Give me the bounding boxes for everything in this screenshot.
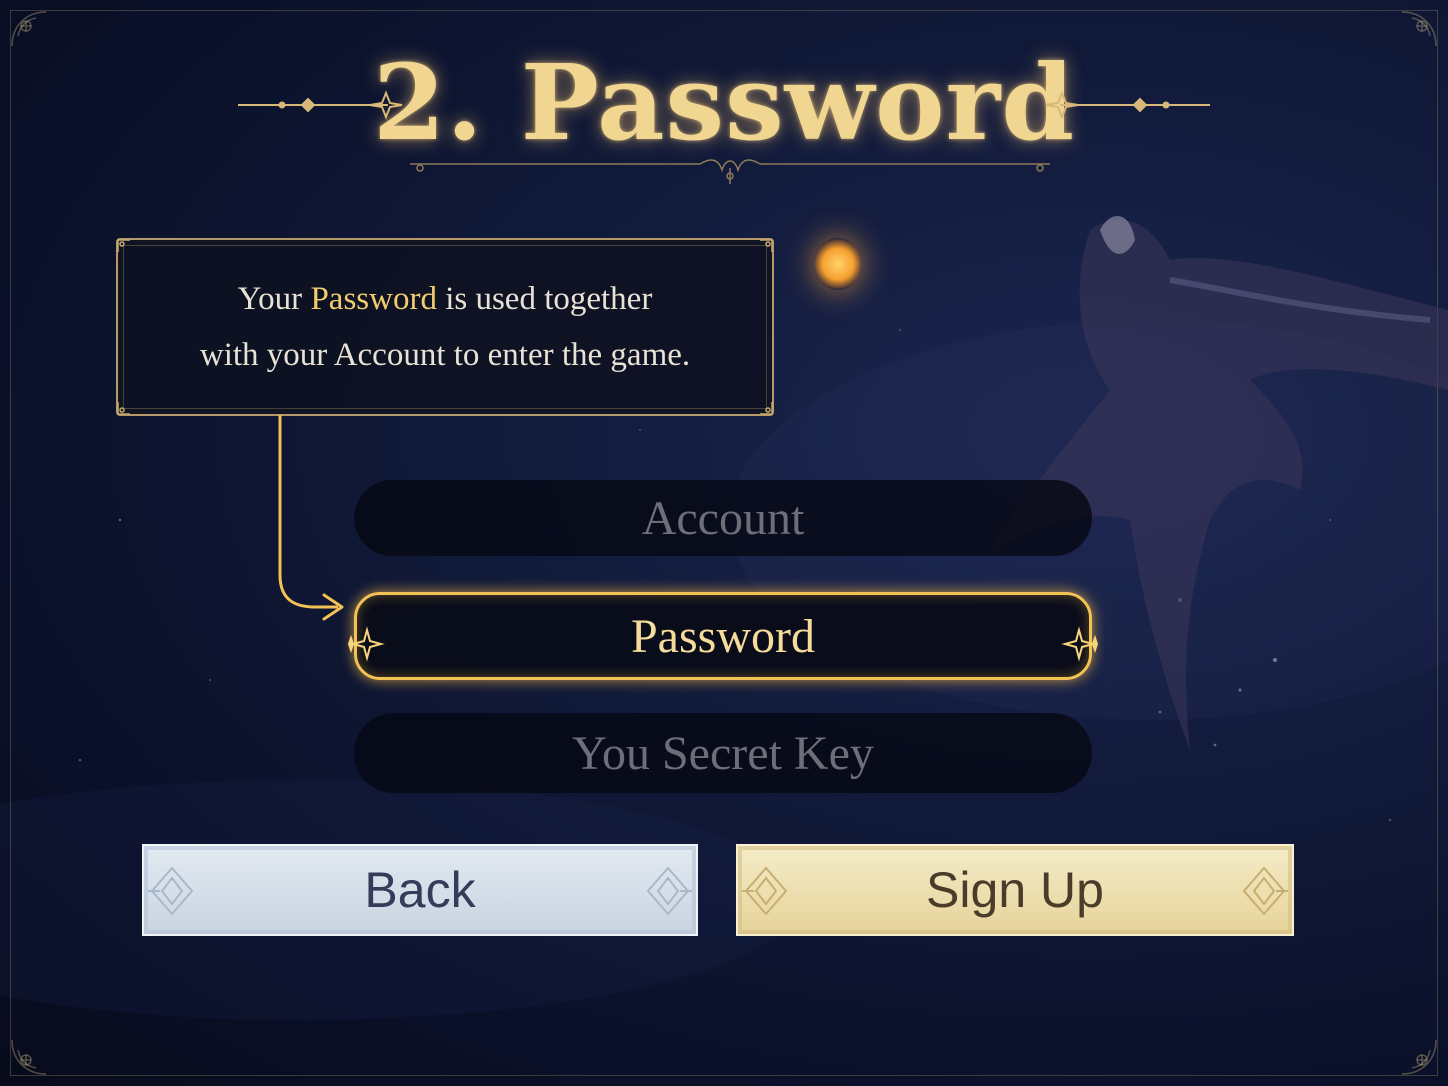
password-field-label: Password	[630, 609, 815, 663]
tooltip-text-middle: is used together	[436, 281, 653, 317]
tooltip-text-line2: with your Account to enter the game.	[199, 337, 691, 373]
hint-tooltip: Your Password is used together with your…	[116, 238, 774, 416]
tooltip-corner-icon	[116, 400, 132, 416]
title-right-ornament-icon	[1040, 90, 1210, 120]
corner-ornament-icon	[6, 1024, 62, 1080]
button-ornament-icon	[148, 864, 196, 918]
tooltip-text-start: Your	[237, 281, 311, 317]
tooltip-text: Your Password is used together with your…	[200, 271, 690, 383]
sign-up-button-label: Sign Up	[926, 862, 1104, 918]
title-underline-ornament-icon	[400, 150, 1060, 190]
sparkle-icon	[345, 619, 389, 662]
glowing-orb	[815, 238, 861, 290]
page-title: 2. Password	[372, 41, 1076, 164]
back-button[interactable]: Back	[142, 844, 698, 936]
button-ornament-icon	[742, 864, 790, 918]
button-ornament-icon	[1240, 864, 1288, 918]
tooltip-corner-icon	[116, 238, 132, 254]
account-field-label: Account	[641, 491, 805, 545]
button-ornament-icon	[644, 864, 692, 918]
sparkle-icon	[1057, 619, 1101, 662]
tooltip-corner-icon	[758, 400, 774, 416]
secret-key-field[interactable]: You Secret Key	[354, 713, 1092, 793]
password-field[interactable]: Password	[347, 592, 1099, 680]
back-button-label: Back	[364, 862, 476, 918]
sign-up-button[interactable]: Sign Up	[736, 844, 1294, 936]
account-field[interactable]: Account	[354, 480, 1092, 556]
corner-ornament-icon	[1386, 1024, 1442, 1080]
tooltip-highlight-password: Password	[310, 281, 437, 317]
secret-key-field-label: You Secret Key	[572, 726, 874, 780]
tooltip-corner-icon	[758, 238, 774, 254]
pointer-arrow-icon	[278, 415, 344, 621]
